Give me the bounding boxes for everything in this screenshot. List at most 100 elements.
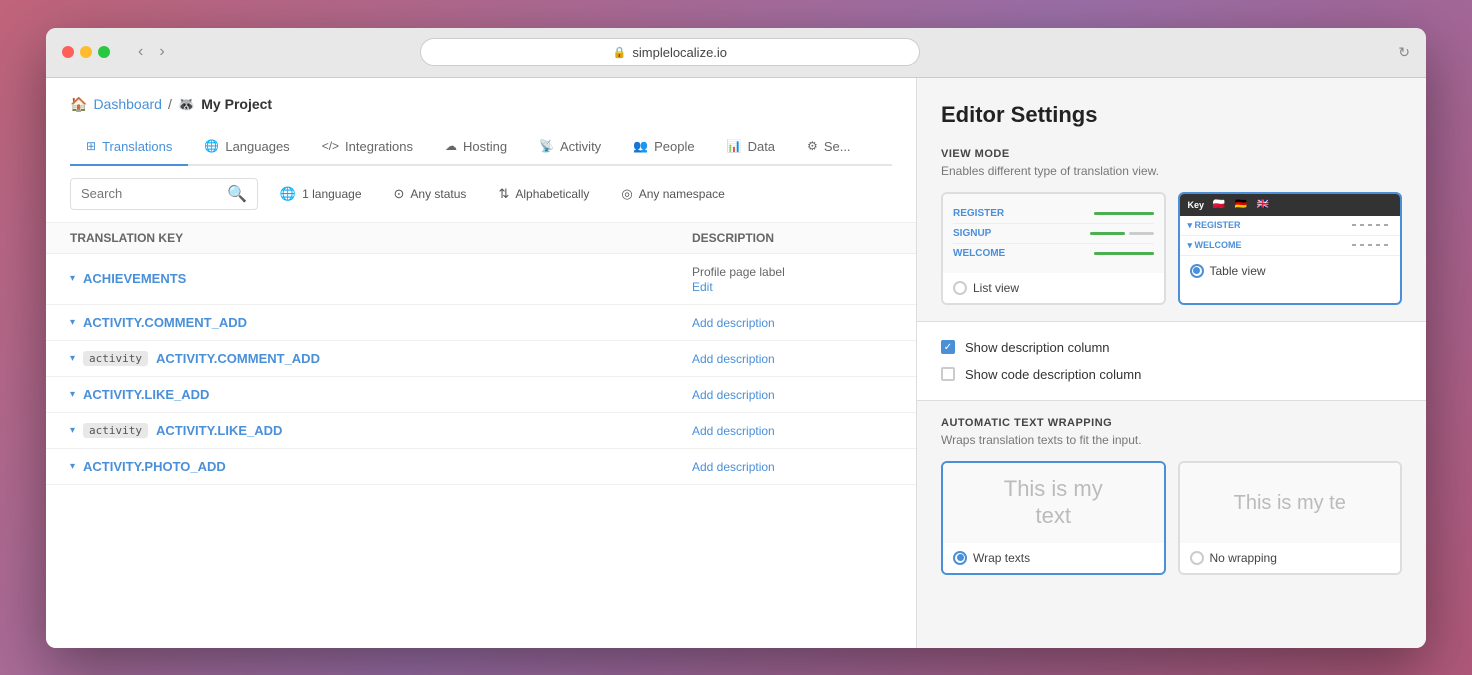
squiggle xyxy=(1352,244,1392,246)
list-view-radio[interactable] xyxy=(953,281,967,295)
radio-inner xyxy=(1193,267,1200,274)
hosting-icon: ☁ xyxy=(445,139,457,153)
sort-filter-label: Alphabetically xyxy=(515,187,589,201)
flag-pl-icon: 🇵🇱 xyxy=(1212,198,1226,212)
key-name: ACHIEVEMENTS xyxy=(83,271,186,286)
wrap-texts-label: Wrap texts xyxy=(973,551,1030,565)
maximize-button[interactable] xyxy=(98,46,110,58)
translation-key: ▾ activity ACTIVITY.LIKE_ADD xyxy=(70,423,692,438)
flag-de-icon: 🇩🇪 xyxy=(1234,198,1248,212)
people-icon: 👥 xyxy=(633,139,648,153)
status-filter-button[interactable]: ⊙ Any status xyxy=(384,181,477,207)
preview-row-key: ▾ REGISTER xyxy=(1188,220,1345,231)
chevron-down-icon[interactable]: ▾ xyxy=(70,389,75,400)
wrap-texts-footer: Wrap texts xyxy=(943,543,1164,573)
key-name: ACTIVITY.PHOTO_ADD xyxy=(83,459,226,474)
namespace-badge: activity xyxy=(83,423,148,438)
namespace-badge: activity xyxy=(83,351,148,366)
status-filter-label: Any status xyxy=(410,187,466,201)
home-icon: 🏠 xyxy=(70,96,87,113)
chevron-down-icon[interactable]: ▾ xyxy=(70,425,75,436)
search-input-wrap[interactable]: 🔍 xyxy=(70,178,258,210)
chevron-down-icon[interactable]: ▾ xyxy=(70,273,75,284)
table-view-radio[interactable] xyxy=(1190,264,1204,278)
tab-activity-label: Activity xyxy=(560,139,601,154)
list-preview-row: WELCOME xyxy=(953,244,1154,263)
add-description-button[interactable]: Add description xyxy=(692,460,775,474)
browser-window: ‹ › 🔒 simplelocalize.io ↻ 🏠 Dashboard / … xyxy=(46,28,1426,648)
edit-description-button[interactable]: Edit xyxy=(692,280,713,294)
add-description-button[interactable]: Add description xyxy=(692,352,775,366)
checkmark-icon: ✓ xyxy=(944,342,952,353)
reload-button[interactable]: ↻ xyxy=(1398,44,1410,61)
minimize-button[interactable] xyxy=(80,46,92,58)
table-row: ▾ activity ACTIVITY.LIKE_ADD Add descrip… xyxy=(46,413,916,449)
no-wrapping-option[interactable]: This is my te No wrapping xyxy=(1178,461,1403,575)
tab-activity[interactable]: 📡 Activity xyxy=(523,129,617,166)
description-cell: Add description xyxy=(692,459,892,474)
show-description-row: ✓ Show description column xyxy=(941,334,1402,361)
translation-key: ▾ activity ACTIVITY.COMMENT_ADD xyxy=(70,351,692,366)
tab-languages-label: Languages xyxy=(225,139,289,154)
browser-content: 🏠 Dashboard / 🦝 My Project ⊞ Translation… xyxy=(46,78,1426,648)
squiggle xyxy=(1352,224,1392,226)
table-view-preview: Key 🇵🇱 🇩🇪 🇬🇧 ▾ REGISTER ▾ WELCOME xyxy=(1180,194,1401,256)
show-description-label: Show description column xyxy=(965,340,1110,355)
tab-settings[interactable]: ⚙ Se... xyxy=(791,129,867,166)
key-name: ACTIVITY.COMMENT_ADD xyxy=(83,315,247,330)
tab-people[interactable]: 👥 People xyxy=(617,129,710,166)
wrap-texts-option[interactable]: This is mytext Wrap texts xyxy=(941,461,1166,575)
no-wrapping-footer: No wrapping xyxy=(1180,543,1401,573)
tab-hosting[interactable]: ☁ Hosting xyxy=(429,129,523,166)
forward-button[interactable]: › xyxy=(155,39,168,65)
tab-integrations[interactable]: </> Integrations xyxy=(306,129,429,166)
tab-integrations-label: Integrations xyxy=(345,139,413,154)
search-input[interactable] xyxy=(81,186,221,201)
sort-filter-button[interactable]: ⇅ Alphabetically xyxy=(488,181,599,207)
wrap-texts-radio[interactable] xyxy=(953,551,967,565)
description-column-header: Description xyxy=(692,231,892,245)
filters-bar: 🔍 🌐 1 language ⊙ Any status ⇅ Alphabetic… xyxy=(46,166,916,223)
show-code-description-label: Show code description column xyxy=(965,367,1141,382)
table-preview-row: ▾ REGISTER xyxy=(1180,216,1401,236)
sort-filter-icon: ⇅ xyxy=(498,186,509,202)
list-view-option[interactable]: REGISTER SIGNUP WELCOME xyxy=(941,192,1166,305)
list-preview-row: SIGNUP xyxy=(953,224,1154,244)
close-button[interactable] xyxy=(62,46,74,58)
browser-toolbar: ‹ › 🔒 simplelocalize.io ↻ xyxy=(46,28,1426,78)
tab-data[interactable]: 📊 Data xyxy=(711,129,791,166)
add-description-button[interactable]: Add description xyxy=(692,316,775,330)
add-description-button[interactable]: Add description xyxy=(692,424,775,438)
language-filter-button[interactable]: 🌐 1 language xyxy=(270,181,372,207)
tab-translations[interactable]: ⊞ Translations xyxy=(70,129,188,166)
view-mode-description: Enables different type of translation vi… xyxy=(941,164,1402,178)
nav-tabs: ⊞ Translations 🌐 Languages </> Integrati… xyxy=(70,129,892,166)
tab-languages[interactable]: 🌐 Languages xyxy=(188,129,305,166)
show-code-description-checkbox[interactable] xyxy=(941,367,955,381)
breadcrumb: 🏠 Dashboard / 🦝 My Project xyxy=(70,96,892,113)
list-view-label: List view xyxy=(973,281,1019,295)
translations-table: Translation Key Description ▾ ACHIEVEMEN… xyxy=(46,223,916,648)
table-header: Translation Key Description xyxy=(46,223,916,254)
add-description-button[interactable]: Add description xyxy=(692,388,775,402)
key-name: ACTIVITY.LIKE_ADD xyxy=(83,387,209,402)
show-description-checkbox[interactable]: ✓ xyxy=(941,340,955,354)
no-wrapping-preview: This is my te xyxy=(1180,463,1401,543)
key-name: ACTIVITY.LIKE_ADD xyxy=(156,423,282,438)
back-button[interactable]: ‹ xyxy=(134,39,147,65)
translation-key: ▾ ACHIEVEMENTS xyxy=(70,271,692,286)
no-wrapping-radio[interactable] xyxy=(1190,551,1204,565)
chevron-down-icon[interactable]: ▾ xyxy=(70,461,75,472)
key-name: ACTIVITY.COMMENT_ADD xyxy=(156,351,320,366)
chevron-down-icon[interactable]: ▾ xyxy=(70,353,75,364)
address-bar[interactable]: 🔒 simplelocalize.io xyxy=(420,38,920,66)
namespace-filter-button[interactable]: ◎ Any namespace xyxy=(611,181,734,207)
description-cell: Add description xyxy=(692,351,892,366)
chevron-down-icon[interactable]: ▾ xyxy=(70,317,75,328)
status-filter-icon: ⊙ xyxy=(394,186,405,202)
progress-bar xyxy=(1094,252,1154,255)
dashboard-link[interactable]: Dashboard xyxy=(93,96,162,112)
table-view-option[interactable]: Key 🇵🇱 🇩🇪 🇬🇧 ▾ REGISTER ▾ WELCOME xyxy=(1178,192,1403,305)
tab-translations-label: Translations xyxy=(102,139,172,154)
settings-icon: ⚙ xyxy=(807,139,818,153)
